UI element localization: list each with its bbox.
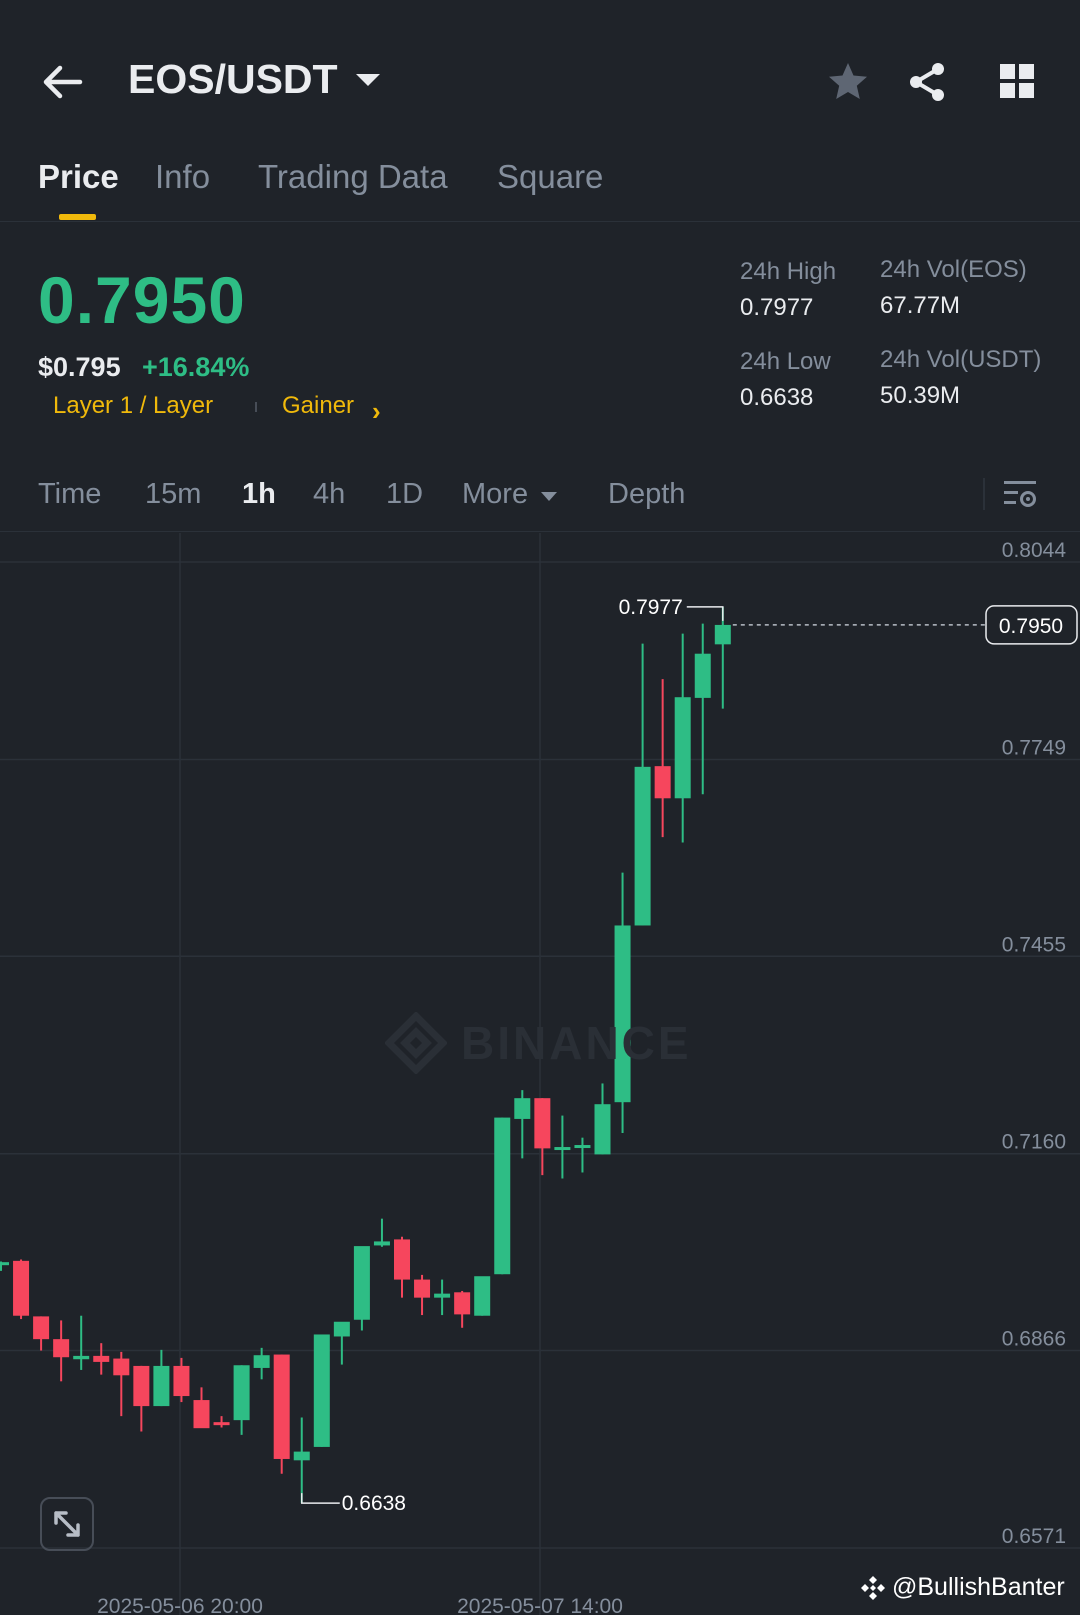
- candle-body: [173, 1365, 190, 1397]
- vol-base-value: 67.77M: [880, 292, 961, 319]
- source-credit: @BullishBanter: [860, 1573, 1065, 1602]
- candle-body: [494, 1117, 511, 1275]
- more-caret-icon: [541, 492, 557, 501]
- candle-body: [634, 766, 651, 926]
- binance-small-logo-icon: [861, 1575, 885, 1600]
- interval-1d[interactable]: 1D: [386, 478, 423, 511]
- grid-menu-icon[interactable]: [996, 60, 1040, 104]
- gainer-tag[interactable]: Gainer: [282, 392, 354, 420]
- candle-body: [113, 1358, 130, 1376]
- candle-body: [414, 1279, 431, 1298]
- chevron-right-icon[interactable]: ›: [372, 396, 381, 427]
- candle-body: [0, 1262, 9, 1266]
- tab-trading-data[interactable]: Trading Data: [258, 158, 448, 196]
- fullscreen-button[interactable]: [40, 1497, 94, 1551]
- pair-selector[interactable]: EOS/USDT: [128, 56, 380, 103]
- y-tick-label: 0.8044: [1002, 539, 1067, 562]
- y-tick-label: 0.6571: [1002, 1525, 1066, 1548]
- candle-body: [273, 1354, 290, 1459]
- tab-square[interactable]: Square: [497, 158, 603, 196]
- high-marker-label: 0.7977: [619, 596, 683, 619]
- x-tick-label: 2025-05-07 14:00: [457, 1595, 623, 1615]
- candle-body: [574, 1145, 591, 1149]
- favorite-star-icon[interactable]: [826, 60, 870, 104]
- candle-body: [213, 1422, 230, 1426]
- candle-body: [333, 1321, 350, 1337]
- y-tick-label: 0.7455: [1002, 933, 1066, 956]
- tab-price[interactable]: Price: [38, 158, 119, 196]
- candle-body: [373, 1241, 390, 1246]
- category-tag[interactable]: Layer 1 / Layer: [53, 392, 213, 420]
- candle-body: [293, 1451, 310, 1461]
- vol-base-label: 24h Vol(EOS): [880, 256, 1027, 283]
- candle-body: [233, 1365, 250, 1421]
- credit-text: @BullishBanter: [892, 1573, 1065, 1601]
- tag-divider: [255, 402, 257, 412]
- candle-body: [474, 1276, 491, 1316]
- watermark-text: BINANCE: [461, 1017, 692, 1069]
- candle-body: [514, 1098, 531, 1119]
- candle-body: [534, 1098, 551, 1149]
- binance-watermark: BINANCE: [385, 1012, 692, 1074]
- candle-body: [714, 624, 731, 645]
- high-label: 24h High: [740, 258, 837, 285]
- interval-time[interactable]: Time: [38, 478, 101, 511]
- top-bar: EOS/USDT: [0, 0, 1080, 165]
- candle-body: [594, 1104, 611, 1155]
- binance-logo-icon: [385, 1012, 447, 1074]
- share-icon[interactable]: [906, 60, 950, 104]
- candle-body: [353, 1246, 370, 1320]
- candle-body: [133, 1365, 150, 1407]
- candle-body: [554, 1147, 571, 1151]
- depth-tab[interactable]: Depth: [608, 478, 685, 511]
- y-tick-label: 0.6866: [1002, 1328, 1066, 1351]
- y-tick-label: 0.7749: [1002, 736, 1066, 759]
- y-tick-label: 0.7160: [1002, 1131, 1066, 1154]
- low-label: 24h Low: [740, 348, 831, 375]
- candle-body: [93, 1355, 110, 1362]
- candle-body: [33, 1316, 50, 1340]
- interval-1h[interactable]: 1h: [242, 478, 276, 511]
- candle-body: [193, 1400, 210, 1429]
- candlestick-chart[interactable]: 0.8044 0.7749 0.7455 0.7160 0.6866 0.6571 2025…: [0, 533, 1080, 1615]
- candle-body: [454, 1292, 471, 1315]
- candle-body: [394, 1239, 410, 1280]
- candle-body: [674, 697, 691, 799]
- usd-price: $0.795: [38, 352, 121, 382]
- low-marker-line: [301, 1493, 340, 1504]
- candle-body: [253, 1355, 270, 1368]
- tab-info[interactable]: Info: [155, 158, 210, 196]
- candle-body: [694, 653, 711, 698]
- candle-body: [313, 1334, 330, 1447]
- interval-divider: [983, 478, 985, 510]
- active-tab-indicator: [59, 214, 96, 220]
- candle-body: [153, 1365, 170, 1407]
- price-change-percent: +16.84%: [142, 352, 250, 382]
- back-arrow-icon[interactable]: [40, 62, 84, 102]
- candle-body: [53, 1339, 70, 1358]
- high-value: 0.7977: [740, 294, 814, 321]
- candle-body: [434, 1293, 451, 1298]
- interval-more[interactable]: More: [462, 478, 528, 511]
- pair-title: EOS/USDT: [128, 56, 338, 102]
- low-marker-label: 0.6638: [342, 1492, 406, 1515]
- last-price: 0.7950: [38, 263, 246, 337]
- candle-body: [13, 1260, 30, 1316]
- interval-bar: Time 15m 1h 4h 1D More Depth: [0, 460, 1080, 532]
- x-tick-label: 2025-05-06 20:00: [97, 1595, 263, 1615]
- low-value: 0.6638: [740, 384, 814, 411]
- candle-body: [73, 1355, 90, 1360]
- tab-bar: Price Info Trading Data Square: [0, 150, 1080, 222]
- candle-body: [654, 766, 671, 799]
- last-price-label: 0.7950: [999, 615, 1063, 638]
- interval-15m[interactable]: 15m: [145, 478, 201, 511]
- vol-quote-label: 24h Vol(USDT): [880, 346, 1042, 373]
- chart-settings-icon[interactable]: [1002, 476, 1038, 512]
- vol-quote-value: 50.39M: [880, 382, 961, 409]
- expand-icon: [54, 1511, 80, 1537]
- interval-4h[interactable]: 4h: [313, 478, 345, 511]
- chevron-down-icon: [355, 73, 380, 86]
- high-marker-line: [686, 606, 724, 621]
